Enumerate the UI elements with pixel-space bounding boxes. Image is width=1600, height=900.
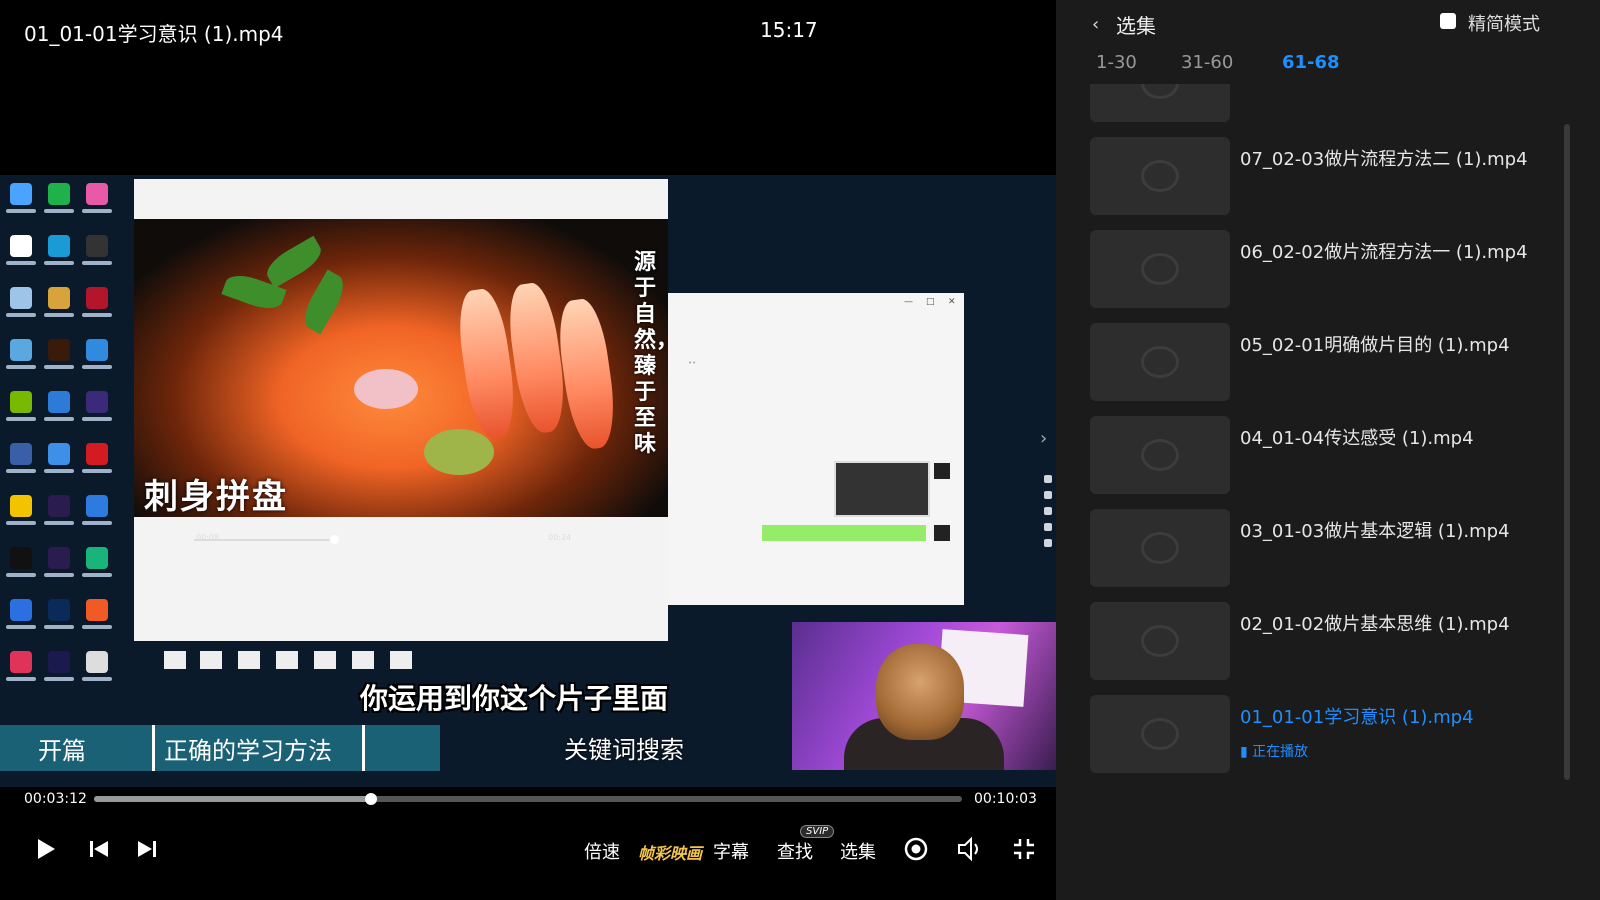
desktop-icons (4, 183, 132, 703)
food-caption: 刺身拼盘 (144, 477, 288, 517)
compact-mode-label[interactable]: 精简模式 (1468, 10, 1540, 36)
maximize-icon[interactable]: □ (926, 297, 935, 307)
now-playing-text: 正在播放 (1252, 744, 1309, 760)
chapter-bar: 开篇 正确的学习方法 (0, 725, 440, 771)
food-time-total: 00:24 (548, 533, 572, 542)
chapter-label-current[interactable]: 正确的学习方法 (164, 731, 332, 766)
skip-forward-icon (138, 841, 156, 857)
previous-button[interactable] (86, 834, 112, 864)
chevron-right-icon[interactable]: › (1040, 428, 1047, 449)
food-time-current: 00:08 (196, 533, 220, 542)
play-icon (38, 839, 55, 859)
episode-list: 07_02-03做片流程方法二 (1).mp4 06_02-02做片流程方法一 … (1056, 84, 1586, 900)
chapter-label[interactable]: 开篇 (38, 731, 86, 766)
keyword-label: 关键词搜索 (564, 736, 684, 764)
side-toolbar (1044, 475, 1052, 595)
volume-button[interactable] (955, 834, 985, 864)
time-current: 00:03:12 (24, 791, 87, 807)
food-vertical-text: 源于自然，臻于至味 (634, 249, 679, 457)
episode-item-current[interactable]: 01_01-01学习意识 (1).mp4 ▮ 正在播放 (1090, 695, 1550, 773)
skip-back-icon (90, 841, 108, 857)
scrollbar[interactable] (1564, 124, 1570, 780)
chat-timestamp: •• (688, 359, 697, 367)
episode-thumbnail (1090, 509, 1230, 587)
avatar (934, 463, 950, 479)
episode-item[interactable]: 05_02-01明确做片目的 (1).mp4 (1090, 323, 1550, 401)
episodes-button[interactable]: 选集 (840, 838, 876, 864)
food-video-window[interactable]: 源于自然，臻于至味 刺身拼盘 00:08 00:24 (134, 179, 679, 641)
episode-sidebar: ‹ 选集 精简模式 1-30 31-60 61-68 07_02-03做片流程方… (1056, 0, 1600, 900)
chat-window[interactable]: — □ ✕ •• (668, 293, 964, 605)
episode-thumbnail (1090, 416, 1230, 494)
snapshot-button[interactable] (902, 834, 930, 864)
tab-61-68[interactable]: 61-68 (1282, 52, 1340, 73)
next-button[interactable] (134, 834, 160, 864)
close-icon[interactable]: ✕ (948, 297, 956, 307)
sidebar-title: 选集 (1116, 14, 1156, 38)
episode-item[interactable]: 02_01-02做片基本思维 (1).mp4 (1090, 602, 1550, 680)
effects-button[interactable]: 帧彩映画 (638, 840, 702, 864)
webcam-overlay (792, 622, 1056, 770)
episode-title: 07_02-03做片流程方法二 (1).mp4 (1240, 149, 1528, 170)
episode-thumbnail (1090, 323, 1230, 401)
progress-bar[interactable] (94, 793, 962, 805)
chat-video-thumbnail[interactable] (834, 461, 930, 517)
episode-thumbnail (1090, 695, 1230, 773)
episode-title: 05_02-01明确做片目的 (1).mp4 (1240, 335, 1510, 356)
back-chevron-icon[interactable]: ‹ (1092, 14, 1099, 35)
chat-message-bubble (762, 525, 926, 541)
progress-fill (94, 796, 371, 802)
episode-item[interactable]: 03_01-03做片基本逻辑 (1).mp4 (1090, 509, 1550, 587)
now-playing-label: ▮ 正在播放 (1240, 741, 1308, 761)
episode-thumbnail (1090, 230, 1230, 308)
episode-item[interactable]: 06_02-02做片流程方法一 (1).mp4 (1090, 230, 1550, 308)
episode-thumbnail (1090, 602, 1230, 680)
time-total: 00:10:03 (974, 791, 1037, 807)
episode-thumbnail (1090, 137, 1230, 215)
tab-1-30[interactable]: 1-30 (1096, 52, 1137, 73)
target-icon (904, 837, 928, 861)
play-button[interactable] (32, 834, 60, 864)
speed-button[interactable]: 倍速 (584, 838, 620, 864)
search-button[interactable]: 查找 (777, 838, 813, 864)
video-frame[interactable]: — □ ✕ •• 源于自然，臻于至味 刺身拼盘 00:08 00:24 开篇 正… (0, 175, 1078, 787)
episode-title: 03_01-03做片基本逻辑 (1).mp4 (1240, 521, 1510, 542)
food-progress-thumb[interactable] (330, 535, 339, 544)
captions-button[interactable]: 字幕 (713, 838, 749, 864)
equalizer-icon: ▮ (1240, 744, 1253, 760)
minimize-icon[interactable]: — (904, 297, 913, 307)
exit-fullscreen-button[interactable] (1010, 834, 1038, 864)
episode-title: 04_01-04传达感受 (1).mp4 (1240, 428, 1474, 449)
episode-item[interactable]: 07_02-03做片流程方法二 (1).mp4 (1090, 137, 1550, 215)
episode-title: 02_01-02做片基本思维 (1).mp4 (1240, 614, 1510, 635)
collapse-icon (1014, 839, 1034, 859)
episode-thumbnail (1090, 84, 1230, 122)
subtitle: 你运用到你这个片子里面 (360, 682, 669, 715)
episode-title: 06_02-02做片流程方法一 (1).mp4 (1240, 242, 1528, 263)
svip-badge: SVIP (800, 825, 835, 838)
food-image: 源于自然，臻于至味 刺身拼盘 00:08 00:24 (134, 219, 679, 544)
compact-mode-checkbox[interactable] (1440, 13, 1456, 29)
avatar (934, 525, 950, 541)
episode-title: 01_01-01学习意识 (1).mp4 (1240, 707, 1474, 728)
episode-item[interactable]: 04_01-04传达感受 (1).mp4 (1090, 416, 1550, 494)
video-title: 01_01-01学习意识 (1).mp4 (24, 22, 284, 46)
progress-thumb[interactable] (364, 793, 377, 805)
episode-item[interactable] (1090, 84, 1550, 122)
tab-31-60[interactable]: 31-60 (1181, 52, 1233, 73)
volume-icon (958, 836, 978, 862)
clock: 15:17 (760, 18, 818, 42)
